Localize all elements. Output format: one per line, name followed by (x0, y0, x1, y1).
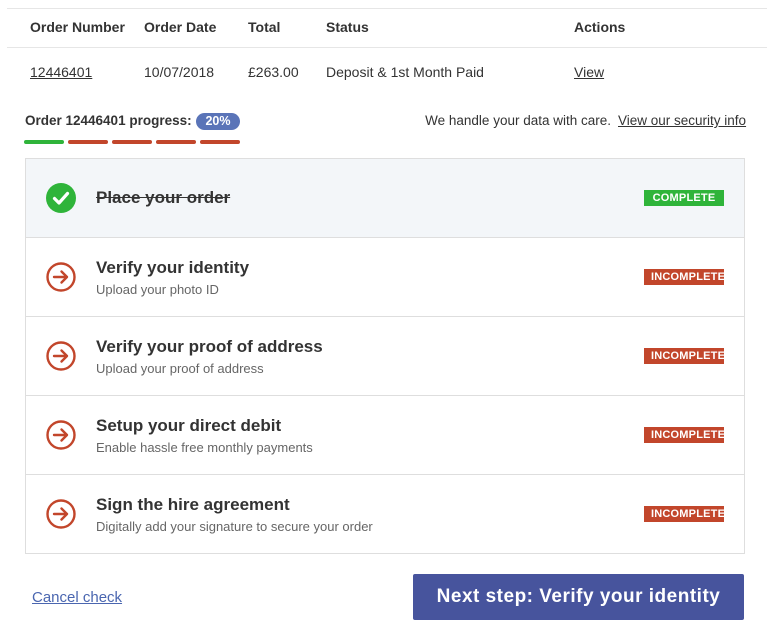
step-title: Place your order (96, 188, 231, 207)
step-place-order: Place your order COMPLETE (26, 159, 744, 238)
check-circle-icon (46, 183, 76, 213)
orders-table: Order Number Order Date Total Status Act… (7, 8, 767, 98)
security-note: We handle your data with care. (425, 113, 611, 128)
step-title: Sign the hire agreement (96, 495, 290, 514)
table-header: Order Number Order Date Total Status Act… (7, 8, 767, 48)
steps-list: Place your order COMPLETE Verify your id… (25, 158, 745, 554)
progress-segment-5 (200, 140, 240, 144)
view-order-link[interactable]: View (574, 64, 604, 80)
order-status: Deposit & 1st Month Paid (326, 64, 484, 80)
order-total: £263.00 (248, 64, 299, 80)
progress-segment-2 (68, 140, 108, 144)
status-badge: INCOMPLETE (644, 506, 725, 522)
progress-segment-3 (112, 140, 152, 144)
next-step-button[interactable]: Next step: Verify your identity (413, 574, 744, 620)
progress-segment-4 (156, 140, 196, 144)
col-order-number: Order Number (30, 19, 125, 35)
status-badge: INCOMPLETE (644, 427, 725, 443)
progress-segment-1 (24, 140, 64, 144)
step-verify-identity[interactable]: Verify your identity Upload your photo I… (26, 238, 744, 317)
status-badge: INCOMPLETE (644, 269, 725, 285)
order-number-link[interactable]: 12446401 (30, 64, 92, 80)
col-order-date: Order Date (144, 19, 217, 35)
col-actions: Actions (574, 19, 626, 35)
arrow-right-circle-icon (46, 262, 76, 292)
order-date: 10/07/2018 (144, 64, 215, 80)
step-subtitle: Upload your proof of address (96, 361, 264, 376)
arrow-right-circle-icon (46, 499, 76, 529)
security-info-link[interactable]: View our security info (618, 113, 746, 128)
step-subtitle: Upload your photo ID (96, 282, 219, 297)
step-verify-address[interactable]: Verify your proof of address Upload your… (26, 317, 744, 396)
step-title: Verify your proof of address (96, 337, 323, 356)
step-direct-debit[interactable]: Setup your direct debit Enable hassle fr… (26, 396, 744, 475)
progress-percent-badge: 20% (196, 113, 240, 130)
cancel-check-link[interactable]: Cancel check (32, 589, 122, 606)
table-row: 12446401 10/07/2018 £263.00 Deposit & 1s… (7, 48, 767, 98)
col-total: Total (248, 19, 281, 35)
arrow-right-circle-icon (46, 341, 76, 371)
progress-label: Order 12446401 progress: (25, 113, 192, 128)
arrow-right-circle-icon (46, 420, 76, 450)
step-title: Setup your direct debit (96, 416, 282, 435)
step-subtitle: Digitally add your signature to secure y… (96, 519, 373, 534)
col-status: Status (326, 19, 369, 35)
step-title: Verify your identity (96, 258, 250, 277)
step-subtitle: Enable hassle free monthly payments (96, 440, 313, 455)
step-hire-agreement[interactable]: Sign the hire agreement Digitally add yo… (26, 475, 744, 553)
status-badge: COMPLETE (644, 190, 724, 206)
status-badge: INCOMPLETE (644, 348, 725, 364)
